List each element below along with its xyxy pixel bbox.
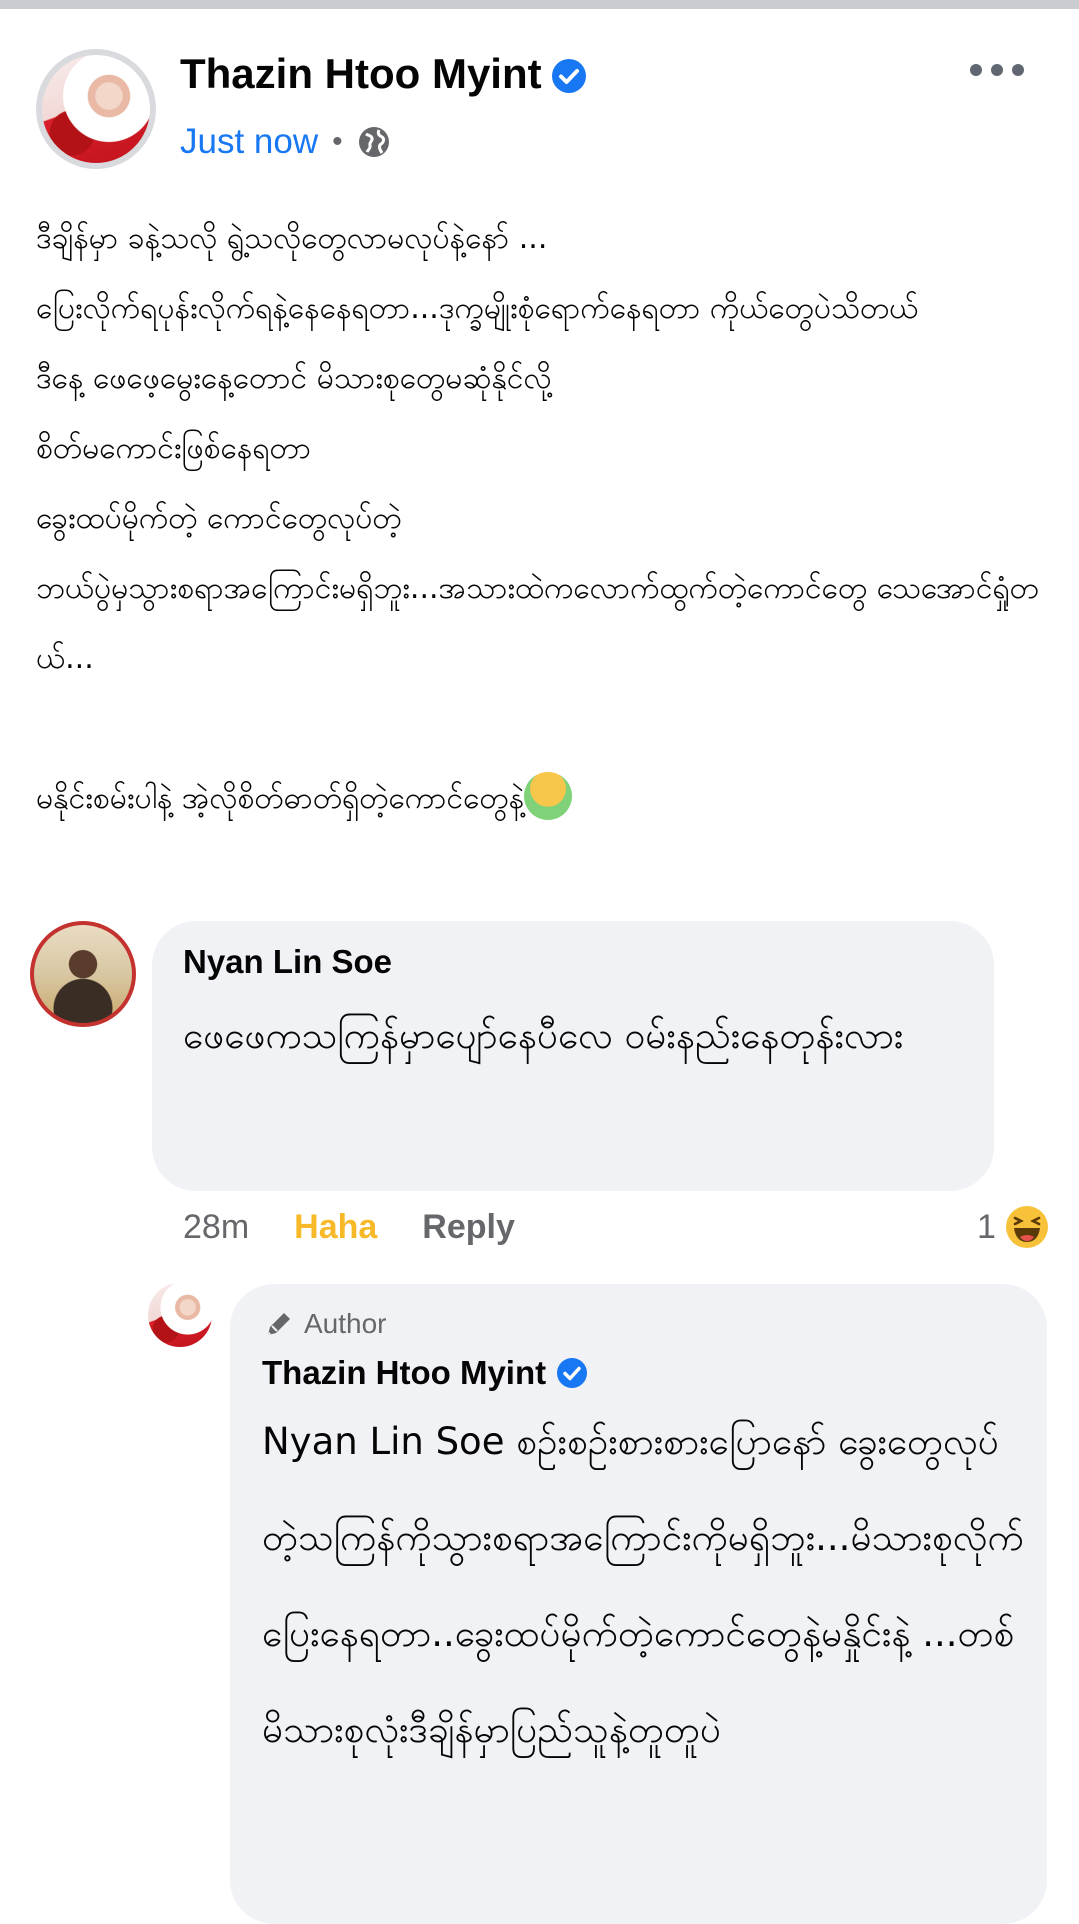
- reaction-count: 1: [977, 1207, 996, 1246]
- more-options-icon[interactable]: [970, 56, 1024, 84]
- nauseated-face-emoji: [524, 772, 573, 820]
- author-badge: Author: [262, 1304, 387, 1344]
- pen-icon: [268, 1313, 290, 1335]
- post-author-name[interactable]: Thazin Htoo Myint: [180, 48, 542, 100]
- comment-actions: 28m Haha Reply: [183, 1202, 515, 1252]
- reaction-summary[interactable]: 1: [977, 1202, 1050, 1252]
- reply-author[interactable]: Thazin Htoo Myint: [262, 1350, 588, 1396]
- post-line: ပြေးလိုက်ရပုန်းလိုက်ရနဲ့နေနေရတာ...ဒုက္ခမ…: [36, 291, 919, 326]
- post-line: ဒီနေ့ ဖေဖေ့မွေးနေ့တောင် မိသားစုတွေမဆုံနိ…: [36, 361, 552, 396]
- reply-author-avatar[interactable]: [148, 1283, 212, 1347]
- verified-badge-icon: [557, 1358, 588, 1388]
- reply-button[interactable]: Reply: [422, 1208, 515, 1247]
- commenter-avatar[interactable]: [30, 921, 136, 1027]
- comment-text: ဖေဖေကသကြန်မှာပျော်နေပီလေ ဝမ်းနည်းနေတုန်း…: [183, 1014, 904, 1057]
- globe-icon[interactable]: [357, 125, 391, 159]
- post-line-last: မနိုင်းစမ်းပါနဲ့ အဲ့လိုစိတ်ဓာတ်ရှိတဲ့ကော…: [36, 764, 1046, 834]
- post-body: ဒီချိန်မှာ ခနဲ့သလို ရွဲ့သလိုတွေလာမလုပ်နဲ…: [36, 204, 1046, 834]
- post-timestamp[interactable]: Just now: [180, 122, 318, 162]
- haha-reaction-icon: [1005, 1206, 1048, 1248]
- post-line: စိတ်မကောင်းဖြစ်နေရတာ: [36, 431, 312, 466]
- haha-button[interactable]: Haha: [294, 1208, 377, 1247]
- post-line: ဘယ်ပွဲမှသွားစရာအကြောင်းမရှိဘူး...အသားထဲက…: [36, 571, 1039, 676]
- post-line: ဒီချိန်မှာ ခနဲ့သလို ရွဲ့သလိုတွေလာမလုပ်နဲ…: [36, 221, 548, 256]
- post-line: ခွေးထပ်မိုက်တဲ့ ကောင်တွေလုပ်တဲ့: [36, 501, 402, 536]
- post-line-text: မနိုင်းစမ်းပါနဲ့ အဲ့လိုစိတ်ဓာတ်ရှိတဲ့ကော…: [36, 781, 525, 816]
- author-badge-label: Author: [304, 1308, 387, 1339]
- post-meta: Just now •: [180, 120, 391, 164]
- comment-timestamp[interactable]: 28m: [183, 1208, 249, 1247]
- reply-author-name: Thazin Htoo Myint: [262, 1354, 547, 1391]
- top-divider: [0, 0, 1079, 9]
- meta-separator: •: [332, 125, 343, 158]
- post-author-avatar[interactable]: [36, 49, 156, 169]
- commenter-name[interactable]: Nyan Lin Soe: [183, 940, 392, 984]
- verified-badge-icon: [552, 59, 586, 93]
- reply-text: Nyan Lin Soe စဉ်းစဉ်းစားစားပြောနော် ခွေး…: [262, 1420, 1024, 1751]
